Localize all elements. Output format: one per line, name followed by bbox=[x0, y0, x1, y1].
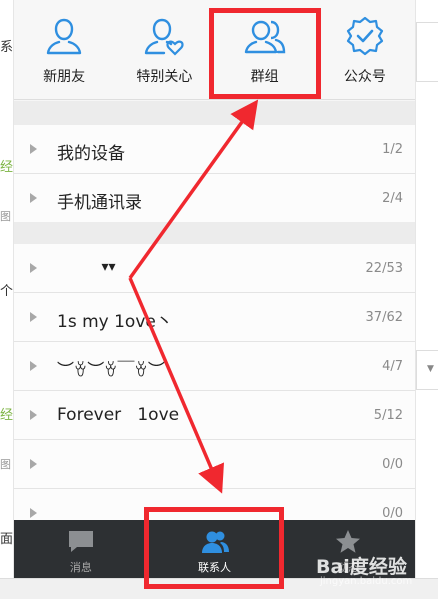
group-count: 0/0 bbox=[382, 506, 403, 521]
expand-arrow-icon bbox=[30, 459, 37, 469]
group-row-my-devices[interactable]: 我的设备 1/2 bbox=[14, 125, 415, 174]
group-row-phone-contacts[interactable]: 手机通讯录 2/4 bbox=[14, 174, 415, 223]
group-count: 2/4 bbox=[382, 191, 403, 206]
background-text: 经 bbox=[0, 408, 14, 423]
group-name: 手机通讯录 bbox=[57, 193, 142, 213]
group-count: 1/2 bbox=[382, 142, 403, 157]
watermark-logo: Bai度经验 bbox=[316, 556, 407, 578]
action-label: 公众号 bbox=[343, 69, 386, 85]
action-label: 新朋友 bbox=[43, 69, 86, 85]
expand-arrow-icon bbox=[30, 312, 37, 322]
section-divider bbox=[14, 222, 415, 244]
group-row[interactable]: 1s my 1ove丶 37/62 bbox=[14, 293, 415, 342]
background-text: 经 bbox=[0, 160, 14, 175]
group-row[interactable]: ︶ꈊ︶ꈊ￣ꈊ︶ 4/7 bbox=[14, 342, 415, 391]
person-icon bbox=[46, 18, 82, 55]
expand-arrow-icon bbox=[30, 410, 37, 420]
group-row[interactable]: Forever 1ove 5/12 bbox=[14, 391, 415, 440]
action-new-friends[interactable]: 新朋友 bbox=[14, 0, 114, 99]
tab-label: 消息 bbox=[69, 561, 92, 574]
group-name: ︶ꈊ︶ꈊ￣ꈊ︶ bbox=[57, 361, 165, 381]
annotation-box-groups bbox=[209, 8, 321, 99]
group-row[interactable]: ▾▾ 22/53 bbox=[14, 244, 415, 293]
expand-arrow-icon bbox=[30, 193, 37, 203]
expand-arrow-icon bbox=[30, 263, 37, 273]
background-left-edge: 系人 经 图 个想 经 图 面一 bbox=[0, 0, 14, 599]
background-text: 图 bbox=[0, 458, 11, 471]
background-right-edge: ▼ bbox=[415, 0, 438, 599]
group-count: 22/53 bbox=[365, 261, 403, 276]
background-text: 个想 bbox=[0, 284, 14, 299]
group-count: 37/62 bbox=[365, 310, 403, 325]
group-count: 5/12 bbox=[373, 408, 403, 423]
group-name: Forever 1ove bbox=[57, 405, 180, 425]
background-box bbox=[416, 22, 438, 82]
group-name: ▾▾ bbox=[57, 259, 116, 275]
group-count: 0/0 bbox=[382, 457, 403, 472]
baidu-jingyan-watermark: Bai度经验 jingyan.baidu.com bbox=[316, 552, 416, 596]
group-count: 4/7 bbox=[382, 359, 403, 374]
background-text: 图 bbox=[0, 210, 11, 223]
action-label: 特别关心 bbox=[136, 69, 193, 85]
action-official-accounts[interactable]: 公众号 bbox=[315, 0, 415, 99]
group-name: 1s my 1ove丶 bbox=[57, 312, 173, 332]
expand-arrow-icon bbox=[30, 144, 37, 154]
background-text: 面一 bbox=[0, 532, 14, 547]
group-name: 我的设备 bbox=[57, 144, 125, 164]
caret-down-icon: ▼ bbox=[427, 364, 434, 374]
person-heart-icon bbox=[145, 18, 184, 56]
verified-badge-icon bbox=[346, 16, 383, 56]
tab-messages[interactable]: 消息 bbox=[14, 520, 148, 578]
watermark-url: jingyan.baidu.com bbox=[320, 576, 413, 587]
action-special-care[interactable]: 特别关心 bbox=[114, 0, 214, 99]
expand-arrow-icon bbox=[30, 508, 37, 518]
message-icon bbox=[68, 531, 93, 552]
background-text: 系人 bbox=[0, 40, 14, 55]
annotation-box-contacts-tab bbox=[144, 507, 284, 589]
expand-arrow-icon bbox=[30, 361, 37, 371]
section-divider bbox=[14, 101, 415, 125]
group-row[interactable]: 0/0 bbox=[14, 440, 415, 489]
